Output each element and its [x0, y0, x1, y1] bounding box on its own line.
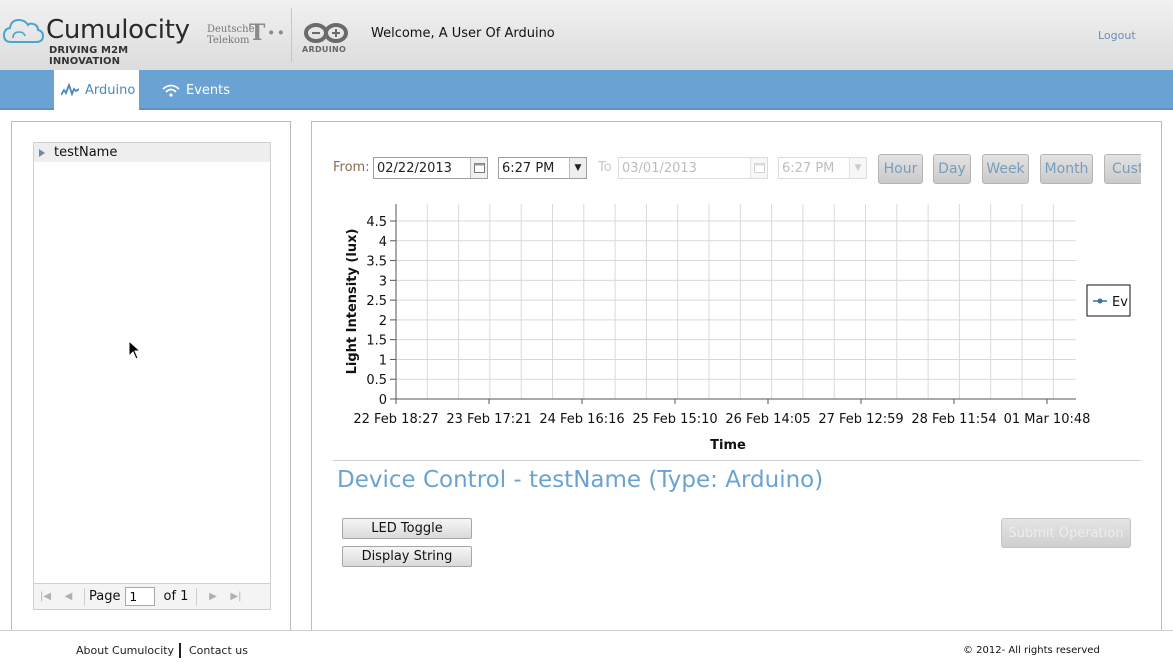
activity-icon — [61, 83, 79, 97]
cumulocity-logo[interactable]: Cumulocity DRIVING M2M INNOVATION — [2, 14, 192, 67]
pager-divider — [196, 587, 198, 606]
y-tick-label: 0 — [379, 393, 387, 408]
x-tick-label: 27 Feb 12:59 — [818, 412, 903, 427]
page-count-label: of 1 — [163, 589, 189, 604]
range-hour-button[interactable]: Hour — [878, 154, 923, 184]
telekom-t-mark: T·· — [249, 20, 287, 46]
mouse-cursor-icon — [128, 340, 142, 360]
page-footer: About Cumulocity Contact us © 2012- All … — [0, 630, 1173, 671]
last-page-icon[interactable]: ▶| — [224, 586, 247, 608]
brand-name: Cumulocity — [46, 15, 190, 45]
to-date-field[interactable]: 03/01/2013 — [618, 157, 768, 179]
legend-marker-icon — [1097, 298, 1103, 304]
arduino-logo-text: ARDUINO — [302, 45, 347, 54]
pager-divider — [84, 587, 85, 606]
section-divider — [333, 460, 1141, 461]
cloud-logo-icon — [2, 18, 44, 43]
tab-label: Events — [186, 82, 231, 98]
display-string-button[interactable]: Display String — [342, 546, 472, 567]
chart-svg: 0 0.5 1 1.5 2 2.5 3 3.5 4 4.5 22 Feb 18:27 23 Feb 1… — [345, 204, 1131, 453]
copyright-text: © 2012- All rights reserved — [963, 645, 1100, 656]
y-tick-label: 3.5 — [366, 255, 387, 270]
to-date-value: 03/01/2013 — [622, 160, 697, 176]
to-label: To — [598, 160, 612, 175]
calendar-icon[interactable] — [750, 158, 767, 178]
app-header: Cumulocity DRIVING M2M INNOVATION Deutsc… — [0, 0, 1173, 70]
y-tick-label: 0.5 — [366, 373, 387, 388]
range-week-button[interactable]: Week — [982, 154, 1029, 184]
x-tick-label: 24 Feb 16:16 — [539, 412, 624, 427]
device-tree-panel: testName |◀ ◀ Page of 1 ▶ ▶| — [11, 121, 291, 636]
x-tick-label: 22 Feb 18:27 — [353, 412, 438, 427]
chevron-down-icon[interactable]: ▼ — [569, 158, 586, 178]
y-tick-label: 4 — [379, 235, 387, 250]
y-tick-label: 3 — [379, 274, 387, 289]
from-date-value: 02/22/2013 — [377, 160, 452, 176]
x-tick-label: 26 Feb 14:05 — [725, 412, 810, 427]
y-tick-label: 1.5 — [366, 334, 387, 349]
tab-events[interactable]: Events — [162, 70, 242, 110]
page-label: Page — [89, 589, 121, 604]
tree-node-label: testName — [54, 145, 118, 160]
partner-line1: Deutsche — [207, 24, 255, 35]
to-time-select[interactable]: 6:27 PM ▼ — [778, 157, 867, 179]
legend-label: Ev — [1112, 295, 1128, 310]
expand-arrow-icon[interactable] — [39, 148, 45, 157]
y-tick-label: 2 — [379, 314, 387, 329]
x-tick-label: 28 Feb 11:54 — [911, 412, 996, 427]
wifi-icon — [162, 84, 180, 97]
partner-line2: Telekom — [207, 35, 250, 46]
y-tick-label: 4.5 — [366, 215, 387, 230]
tree-node-testname[interactable]: testName — [34, 143, 270, 162]
chevron-down-icon[interactable]: ▼ — [849, 158, 866, 178]
welcome-message: Welcome, A User Of Arduino — [371, 26, 555, 41]
y-tick-label: 2.5 — [366, 294, 387, 309]
prev-page-icon[interactable]: ◀ — [57, 586, 80, 608]
led-toggle-button[interactable]: LED Toggle — [342, 518, 472, 539]
y-tick-label: 1 — [379, 353, 387, 368]
tab-label: Arduino — [85, 82, 136, 98]
y-axis-label: Light Intensity (lux) — [345, 229, 360, 375]
calendar-icon[interactable] — [470, 158, 487, 178]
contact-link[interactable]: Contact us — [189, 644, 248, 657]
logout-link[interactable]: Logout — [1098, 29, 1136, 42]
main-nav: Arduino Events — [0, 70, 1173, 110]
from-time-value: 6:27 PM — [502, 160, 555, 176]
to-time-value: 6:27 PM — [782, 160, 835, 176]
light-intensity-chart: 0 0.5 1 1.5 2 2.5 3 3.5 4 4.5 22 Feb 18:27 23 Feb 1… — [312, 192, 1161, 462]
range-month-button[interactable]: Month — [1040, 154, 1093, 184]
device-control-title: Device Control - testName (Type: Arduino… — [337, 467, 824, 493]
submit-operation-button[interactable]: Submit Operation — [1001, 518, 1131, 548]
next-page-icon[interactable]: ▶ — [201, 586, 224, 608]
from-date-field[interactable]: 02/22/2013 — [373, 157, 488, 179]
x-tick-label: 01 Mar 10:48 — [1004, 412, 1091, 427]
range-day-button[interactable]: Day — [933, 154, 971, 184]
x-tick-label: 23 Feb 17:21 — [446, 412, 531, 427]
page-number-input[interactable] — [125, 587, 156, 606]
x-tick-label: 25 Feb 15:10 — [632, 412, 717, 427]
range-custom-button[interactable]: Custo — [1104, 154, 1141, 184]
from-label: From: — [333, 160, 370, 175]
device-detail-panel: From: 02/22/2013 6:27 PM ▼ To 03/01/2013… — [311, 121, 1162, 636]
from-time-select[interactable]: 6:27 PM ▼ — [498, 157, 587, 179]
tree-pager: |◀ ◀ Page of 1 ▶ ▶| — [34, 583, 270, 609]
device-tree: testName |◀ ◀ Page of 1 ▶ ▶| — [33, 142, 271, 610]
about-link[interactable]: About Cumulocity — [76, 644, 174, 657]
brand-tagline: DRIVING M2M INNOVATION — [49, 45, 129, 67]
header-divider — [291, 8, 292, 62]
first-page-icon[interactable]: |◀ — [34, 586, 57, 608]
tab-arduino[interactable]: Arduino — [54, 70, 139, 110]
deutsche-telekom-logo: Deutsche Telekom — [207, 24, 255, 46]
x-axis-label: Time — [710, 438, 746, 453]
footer-divider — [179, 643, 181, 658]
date-range-controls: From: 02/22/2013 6:27 PM ▼ To 03/01/2013… — [333, 154, 1141, 184]
